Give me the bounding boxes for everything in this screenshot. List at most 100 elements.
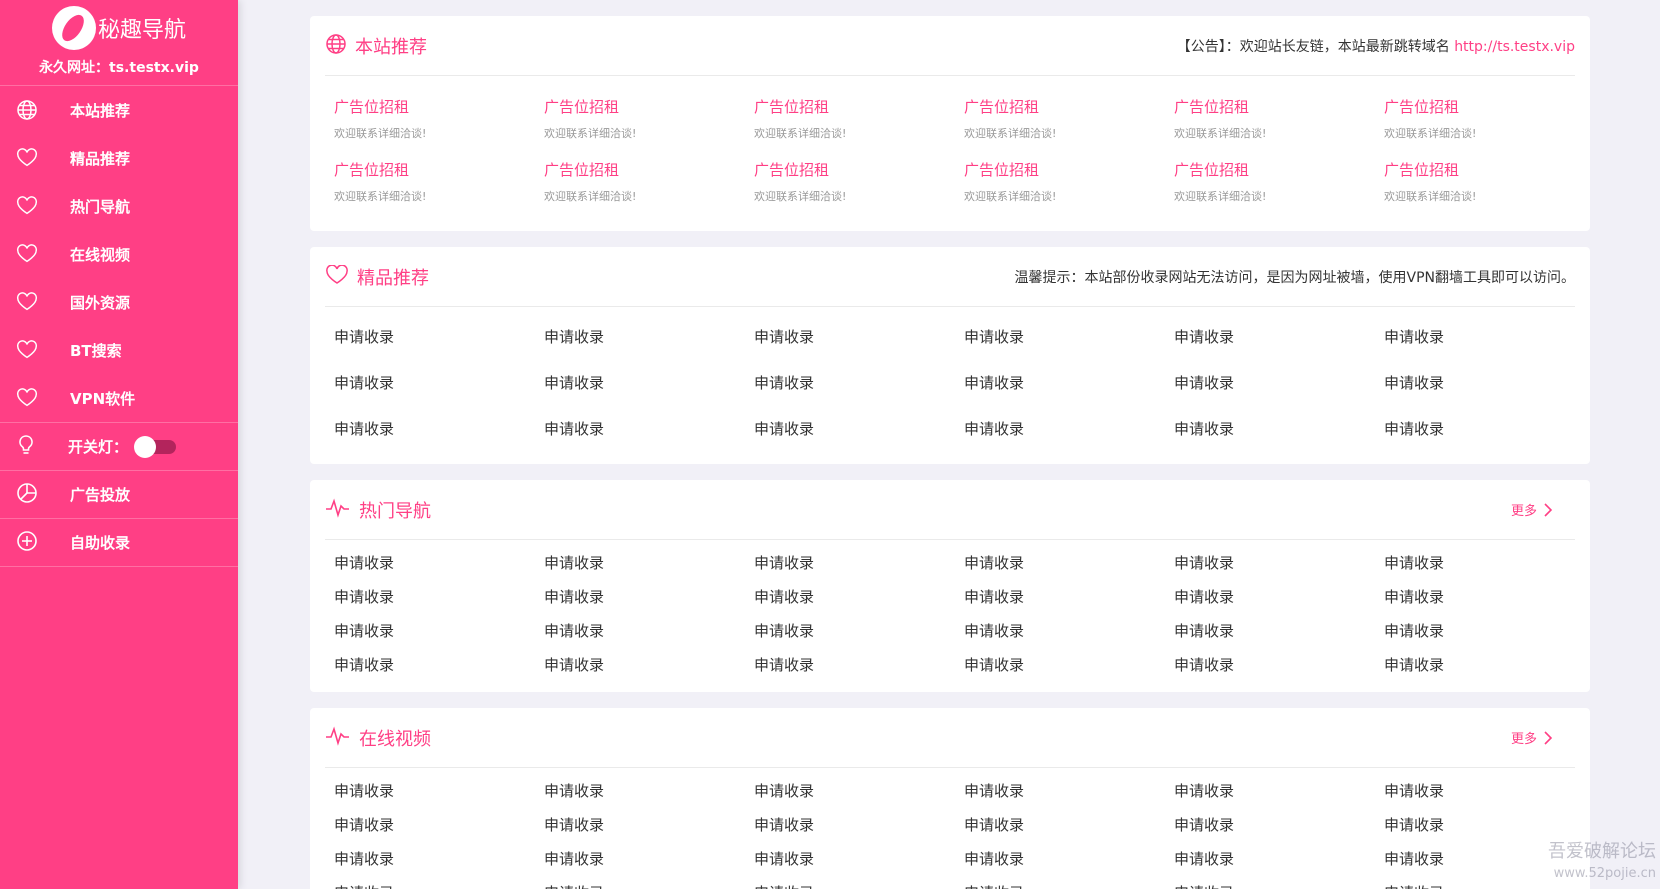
site-link[interactable]: 申请收录	[1384, 326, 1594, 347]
site-link[interactable]: 申请收录	[334, 326, 544, 347]
site-link[interactable]: 申请收录	[754, 552, 964, 573]
site-link[interactable]: 申请收录	[1384, 372, 1594, 393]
ad-subtitle: 欢迎联系详细洽谈!	[964, 190, 1057, 203]
ad-slot[interactable]: 广告位招租 欢迎联系详细洽谈!	[1174, 96, 1384, 141]
ad-slot[interactable]: 广告位招租 欢迎联系详细洽谈!	[1384, 159, 1594, 204]
site-link[interactable]: 申请收录	[334, 654, 544, 675]
sidebar-item-0[interactable]: 本站推荐	[0, 86, 238, 134]
site-link[interactable]: 申请收录	[1174, 418, 1384, 439]
watermark: 吾爱破解论坛 www.52pojie.cn	[1548, 841, 1656, 885]
site-link[interactable]: 申请收录	[334, 586, 544, 607]
site-link[interactable]: 申请收录	[964, 552, 1174, 573]
site-link[interactable]: 申请收录	[544, 552, 754, 573]
site-link[interactable]: 申请收录	[544, 814, 754, 835]
sidebar-item-1[interactable]: 精品推荐	[0, 134, 238, 182]
sidebar-item-4[interactable]: 国外资源	[0, 278, 238, 326]
site-link[interactable]: 申请收录	[1174, 326, 1384, 347]
sidebar-item-3[interactable]: 在线视频	[0, 230, 238, 278]
ad-slot[interactable]: 广告位招租 欢迎联系详细洽谈!	[754, 159, 964, 204]
site-link[interactable]: 申请收录	[334, 848, 544, 869]
site-link[interactable]: 申请收录	[1174, 620, 1384, 641]
site-link[interactable]: 申请收录	[1384, 586, 1594, 607]
site-link[interactable]: 申请收录	[754, 620, 964, 641]
site-link[interactable]: 申请收录	[1174, 654, 1384, 675]
site-link[interactable]: 申请收录	[334, 814, 544, 835]
site-link[interactable]: 申请收录	[334, 372, 544, 393]
heart-icon	[16, 147, 38, 169]
light-switch-label: 开关灯：	[68, 438, 129, 456]
site-link[interactable]: 申请收录	[964, 848, 1174, 869]
ad-slot[interactable]: 广告位招租 欢迎联系详细洽谈!	[754, 96, 964, 141]
site-link[interactable]: 申请收录	[1384, 654, 1594, 675]
sidebar-item-ads[interactable]: 广告投放	[0, 471, 238, 519]
ad-slot[interactable]: 广告位招租 欢迎联系详细洽谈!	[334, 159, 544, 204]
site-link[interactable]: 申请收录	[1174, 372, 1384, 393]
ad-slot[interactable]: 广告位招租 欢迎联系详细洽谈!	[544, 159, 754, 204]
site-link[interactable]: 申请收录	[964, 418, 1174, 439]
site-link[interactable]: 申请收录	[544, 780, 754, 801]
site-link[interactable]: 申请收录	[964, 372, 1174, 393]
announcement-link[interactable]: http://ts.testx.vip	[1454, 39, 1575, 55]
site-link[interactable]: 申请收录	[544, 654, 754, 675]
site-link[interactable]: 申请收录	[754, 372, 964, 393]
more-link[interactable]: 更多	[1511, 728, 1553, 747]
site-link[interactable]: 申请收录	[544, 848, 754, 869]
site-link[interactable]: 申请收录	[334, 552, 544, 573]
site-link[interactable]: 申请收录	[334, 882, 544, 889]
ad-slot[interactable]: 广告位招租 欢迎联系详细洽谈!	[964, 159, 1174, 204]
more-link[interactable]: 更多	[1511, 500, 1553, 519]
sidebar-item-5[interactable]: BT搜索	[0, 326, 238, 374]
site-link[interactable]: 申请收录	[334, 780, 544, 801]
site-link[interactable]: 申请收录	[754, 848, 964, 869]
site-link[interactable]: 申请收录	[964, 780, 1174, 801]
site-link[interactable]: 申请收录	[1174, 848, 1384, 869]
site-link[interactable]: 申请收录	[964, 882, 1174, 889]
site-link[interactable]: 申请收录	[754, 586, 964, 607]
site-link[interactable]: 申请收录	[544, 372, 754, 393]
site-link[interactable]: 申请收录	[1384, 814, 1594, 835]
site-link[interactable]: 申请收录	[964, 814, 1174, 835]
site-link[interactable]: 申请收录	[1384, 552, 1594, 573]
site-link[interactable]: 申请收录	[1174, 780, 1384, 801]
site-link[interactable]: 申请收录	[754, 780, 964, 801]
site-link[interactable]: 申请收录	[1174, 586, 1384, 607]
ad-slot[interactable]: 广告位招租 欢迎联系详细洽谈!	[544, 96, 754, 141]
site-link[interactable]: 申请收录	[544, 586, 754, 607]
site-link[interactable]: 申请收录	[964, 620, 1174, 641]
ad-slot[interactable]: 广告位招租 欢迎联系详细洽谈!	[334, 96, 544, 141]
site-link[interactable]: 申请收录	[334, 418, 544, 439]
sidebar-item-submit[interactable]: 自助收录	[0, 519, 238, 567]
site-link[interactable]: 申请收录	[754, 654, 964, 675]
hot-section: 热门导航 更多 申请收录 申请收录 申请收录 申请收录 申请收录 申请收录 申请收录 申请收录…	[310, 480, 1590, 692]
site-link[interactable]: 申请收录	[1384, 418, 1594, 439]
site-link[interactable]: 申请收录	[964, 326, 1174, 347]
site-link[interactable]: 申请收录	[334, 620, 544, 641]
site-link[interactable]: 申请收录	[1174, 882, 1384, 889]
ad-slot[interactable]: 广告位招租 欢迎联系详细洽谈!	[964, 96, 1174, 141]
ad-title: 广告位招租	[1174, 98, 1250, 116]
section-title: 热门导航	[359, 500, 431, 522]
site-link[interactable]: 申请收录	[1174, 814, 1384, 835]
site-link[interactable]: 申请收录	[754, 882, 964, 889]
site-link[interactable]: 申请收录	[1174, 552, 1384, 573]
ad-slot[interactable]: 广告位招租 欢迎联系详细洽谈!	[1384, 96, 1594, 141]
site-link[interactable]: 申请收录	[1384, 780, 1594, 801]
site-link[interactable]: 申请收录	[754, 326, 964, 347]
light-toggle[interactable]	[134, 435, 177, 458]
video-grid: 申请收录 申请收录 申请收录 申请收录 申请收录 申请收录 申请收录 申请收录 申请收录 申请收录…	[334, 780, 1575, 889]
site-link[interactable]: 申请收录	[964, 586, 1174, 607]
site-link[interactable]: 申请收录	[544, 326, 754, 347]
sidebar-item-label: 国外资源	[70, 293, 131, 312]
site-link[interactable]: 申请收录	[1384, 620, 1594, 641]
site-link[interactable]: 申请收录	[754, 814, 964, 835]
site-link[interactable]: 申请收录	[964, 654, 1174, 675]
ad-slot[interactable]: 广告位招租 欢迎联系详细洽谈!	[1174, 159, 1384, 204]
site-link[interactable]: 申请收录	[544, 620, 754, 641]
sidebar-item-6[interactable]: VPN软件	[0, 374, 238, 422]
site-link[interactable]: 申请收录	[544, 418, 754, 439]
site-link[interactable]: 申请收录	[544, 882, 754, 889]
sidebar-item-2[interactable]: 热门导航	[0, 182, 238, 230]
ad-subtitle: 欢迎联系详细洽谈!	[754, 190, 847, 203]
site-link[interactable]: 申请收录	[754, 418, 964, 439]
ad-subtitle: 欢迎联系详细洽谈!	[964, 127, 1057, 140]
